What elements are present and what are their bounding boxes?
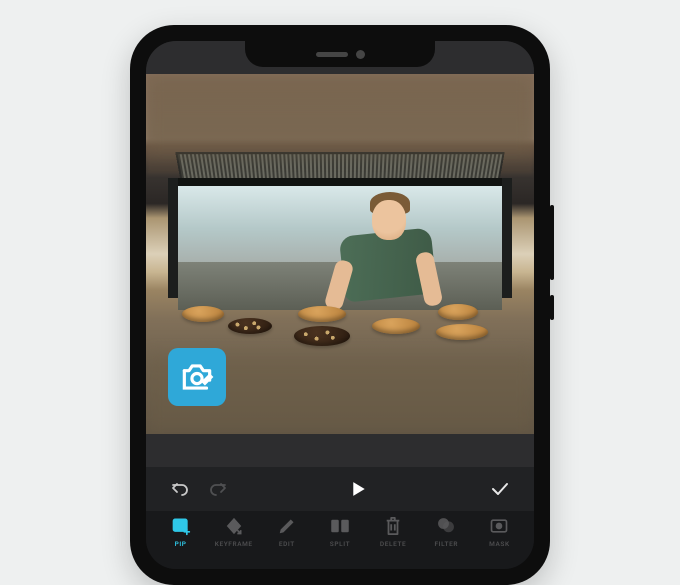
video-subject-person <box>324 194 444 304</box>
phone-side-button <box>550 205 554 280</box>
photo-eraser-overlay[interactable] <box>168 348 226 406</box>
video-canvas[interactable] <box>146 41 534 467</box>
keyframe-icon <box>224 516 244 536</box>
tool-label: FILTER <box>434 540 458 548</box>
edit-icon <box>278 517 296 535</box>
camera-erase-icon <box>178 358 216 396</box>
confirm-button[interactable] <box>490 479 510 499</box>
video-preview[interactable] <box>146 74 534 434</box>
tool-label: DELETE <box>380 540 406 548</box>
undo-button[interactable] <box>170 479 190 499</box>
delete-icon <box>384 516 402 536</box>
tool-keyframe[interactable]: KEYFRAME <box>207 515 260 548</box>
app-screen: PIP KEYFRAME EDIT <box>146 41 534 569</box>
split-icon <box>330 517 350 535</box>
play-icon <box>352 481 366 497</box>
tool-bar: PIP KEYFRAME EDIT <box>146 511 534 569</box>
undo-icon <box>171 481 189 497</box>
tool-label: PIP <box>175 540 187 548</box>
phone-side-button <box>550 295 554 320</box>
canvas-blur-top <box>146 74 534 154</box>
tool-filter[interactable]: FILTER <box>420 515 473 548</box>
mask-icon <box>489 517 509 535</box>
tool-split[interactable]: SPLIT <box>313 515 366 548</box>
transport-bar <box>146 467 534 511</box>
tool-pip[interactable]: PIP <box>154 515 207 548</box>
tool-label: EDIT <box>279 540 295 548</box>
pip-icon <box>171 516 191 536</box>
tool-edit[interactable]: EDIT <box>260 515 313 548</box>
phone-mockup-frame: PIP KEYFRAME EDIT <box>130 25 550 585</box>
check-icon <box>491 482 509 496</box>
tool-label: SPLIT <box>330 540 350 548</box>
tool-delete[interactable]: DELETE <box>367 515 420 548</box>
phone-speaker <box>316 52 348 57</box>
redo-button[interactable] <box>208 479 228 499</box>
play-button[interactable] <box>349 479 369 499</box>
tool-mask[interactable]: MASK <box>473 515 526 548</box>
tool-label: MASK <box>489 540 510 548</box>
tool-label: KEYFRAME <box>215 540 253 548</box>
phone-notch <box>245 41 435 67</box>
phone-camera-dot <box>356 50 365 59</box>
redo-icon <box>209 481 227 497</box>
filter-icon <box>436 516 456 536</box>
